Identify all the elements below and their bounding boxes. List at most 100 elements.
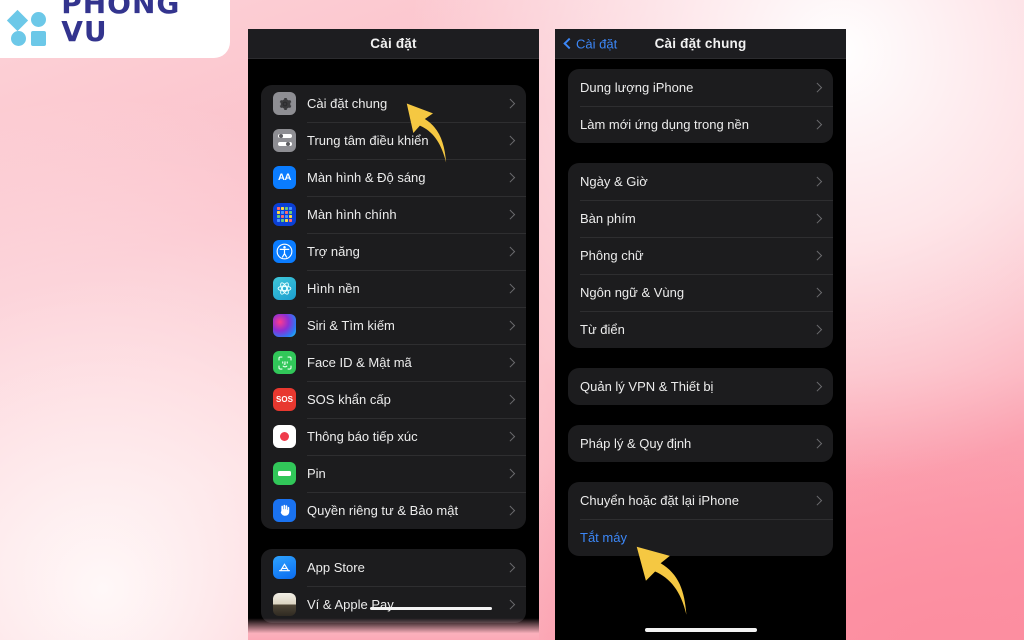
general-row-transfer-reset-iphone[interactable]: Chuyển hoặc đặt lại iPhone <box>568 482 833 519</box>
settings-row-control-center[interactable]: Trung tâm điều khiển <box>261 122 526 159</box>
home-indicator <box>644 627 757 632</box>
general-row-legal-regulatory[interactable]: Pháp lý & Quy định <box>568 425 833 462</box>
wallpaper-icon <box>273 277 296 300</box>
general-row-language-region[interactable]: Ngôn ngữ & Vùng <box>568 274 833 311</box>
row-label: Màn hình chính <box>307 207 397 222</box>
row-label: Trợ năng <box>307 244 360 259</box>
siri-icon <box>273 314 296 337</box>
row-label: Ngày & Giờ <box>580 174 648 189</box>
settings-row-privacy-security[interactable]: Quyền riêng tư & Bảo mật <box>261 492 526 529</box>
general-row-shut-down[interactable]: Tắt máy <box>568 519 833 556</box>
logo-circle-shape-bottom <box>11 31 26 46</box>
general-row-date-time[interactable]: Ngày & Giờ <box>568 163 833 200</box>
row-label: Ngôn ngữ & Vùng <box>580 285 685 300</box>
app-store-icon <box>273 556 296 579</box>
right-group-3: Quản lý VPN & Thiết bị <box>568 368 833 405</box>
accessibility-icon <box>273 240 296 263</box>
chevron-right-icon <box>812 324 822 335</box>
left-group-1: Cài đặt chung Trung tâm điều khiển AA Mà… <box>261 85 526 529</box>
chevron-right-icon <box>505 246 515 257</box>
row-label: Màn hình & Độ sáng <box>307 170 426 185</box>
chevron-right-icon <box>812 176 822 187</box>
settings-row-exposure-notifications[interactable]: Thông báo tiếp xúc <box>261 418 526 455</box>
row-label: Pháp lý & Quy định <box>580 436 692 451</box>
chevron-right-icon <box>505 283 515 294</box>
row-label: Chuyển hoặc đặt lại iPhone <box>580 493 740 508</box>
chevron-right-icon <box>812 119 822 130</box>
row-label: Làm mới ứng dụng trong nền <box>580 117 749 132</box>
chevron-right-icon <box>505 320 515 331</box>
home-screen-icon <box>273 203 296 226</box>
wallet-icon <box>273 593 296 616</box>
gear-icon <box>273 92 296 115</box>
settings-row-wallet-apple-pay[interactable]: Ví & Apple Pay <box>261 586 526 623</box>
privacy-hand-icon <box>273 499 296 522</box>
row-label: Bàn phím <box>580 211 636 226</box>
general-row-dictionary[interactable]: Từ điển <box>568 311 833 348</box>
row-label: Quản lý VPN & Thiết bị <box>580 379 714 394</box>
chevron-right-icon <box>812 213 822 224</box>
control-center-icon <box>273 129 296 152</box>
chevron-right-icon <box>812 82 822 93</box>
left-settings-list[interactable]: Cài đặt chung Trung tâm điều khiển AA Mà… <box>248 59 539 623</box>
logo-square-shape <box>31 31 46 46</box>
sos-icon: SOS <box>273 388 296 411</box>
chevron-right-icon <box>505 505 515 516</box>
general-row-vpn-device-management[interactable]: Quản lý VPN & Thiết bị <box>568 368 833 405</box>
chevron-right-icon <box>812 495 822 506</box>
left-nav-bar: Cài đặt <box>248 29 539 59</box>
exposure-notification-icon <box>273 425 296 448</box>
settings-row-battery[interactable]: Pin <box>261 455 526 492</box>
left-nav-title: Cài đặt <box>370 36 417 51</box>
left-group-2: App Store Ví & Apple Pay <box>261 549 526 623</box>
face-id-icon <box>273 351 296 374</box>
general-row-background-app-refresh[interactable]: Làm mới ứng dụng trong nền <box>568 106 833 143</box>
settings-row-display-brightness[interactable]: AA Màn hình & Độ sáng <box>261 159 526 196</box>
settings-row-app-store[interactable]: App Store <box>261 549 526 586</box>
row-label: App Store <box>307 560 365 575</box>
settings-row-wallpaper[interactable]: Hình nền <box>261 270 526 307</box>
general-row-keyboard[interactable]: Bàn phím <box>568 200 833 237</box>
chevron-right-icon <box>505 357 515 368</box>
chevron-right-icon <box>812 250 822 261</box>
right-group-4: Pháp lý & Quy định <box>568 425 833 462</box>
chevron-right-icon <box>505 431 515 442</box>
general-row-fonts[interactable]: Phông chữ <box>568 237 833 274</box>
row-label: Siri & Tìm kiếm <box>307 318 395 333</box>
row-label: Tắt máy <box>580 530 627 545</box>
chevron-right-icon <box>505 98 515 109</box>
settings-row-accessibility[interactable]: Trợ năng <box>261 233 526 270</box>
row-label: Thông báo tiếp xúc <box>307 429 418 444</box>
phong-vu-logo-icon <box>6 9 50 46</box>
settings-row-general[interactable]: Cài đặt chung <box>261 85 526 122</box>
settings-row-face-id[interactable]: Face ID & Mật mã <box>261 344 526 381</box>
row-label: Quyền riêng tư & Bảo mật <box>307 503 459 518</box>
right-group-2: Ngày & Giờ Bàn phím Phông chữ Ngôn ngữ &… <box>568 163 833 348</box>
settings-row-home-screen[interactable]: Màn hình chính <box>261 196 526 233</box>
row-label: Trung tâm điều khiển <box>307 133 429 148</box>
row-label: Từ điển <box>580 322 625 337</box>
screenshot-canvas: PHONG VU Cài đặt Cài đặt chung Trung tâm… <box>0 0 1024 640</box>
general-row-iphone-storage[interactable]: Dung lượng iPhone <box>568 69 833 106</box>
settings-row-siri-search[interactable]: Siri & Tìm kiếm <box>261 307 526 344</box>
row-label: Cài đặt chung <box>307 96 388 111</box>
row-label: SOS khẩn cấp <box>307 392 391 407</box>
brand-name: PHONG VU <box>61 0 181 48</box>
brand-logo-badge: PHONG VU <box>0 0 230 58</box>
phone-screenshot-general-settings: Cài đặt Cài đặt chung Dung lượng iPhone … <box>555 29 846 640</box>
chevron-right-icon <box>812 287 822 298</box>
back-button[interactable]: Cài đặt <box>563 36 617 51</box>
chevron-right-icon <box>505 172 515 183</box>
right-nav-bar: Cài đặt Cài đặt chung <box>555 29 846 59</box>
right-settings-list[interactable]: Dung lượng iPhone Làm mới ứng dụng trong… <box>555 59 846 556</box>
chevron-right-icon <box>505 468 515 479</box>
settings-row-emergency-sos[interactable]: SOS SOS khẩn cấp <box>261 381 526 418</box>
logo-diamond-shape <box>6 9 29 32</box>
battery-icon <box>273 462 296 485</box>
right-nav-title: Cài đặt chung <box>654 36 747 51</box>
display-brightness-icon: AA <box>273 166 296 189</box>
phone-screenshot-settings: Cài đặt Cài đặt chung Trung tâm điều khi… <box>248 29 539 640</box>
row-label: Hình nền <box>307 281 360 296</box>
chevron-right-icon <box>505 562 515 573</box>
row-label: Dung lượng iPhone <box>580 80 694 95</box>
